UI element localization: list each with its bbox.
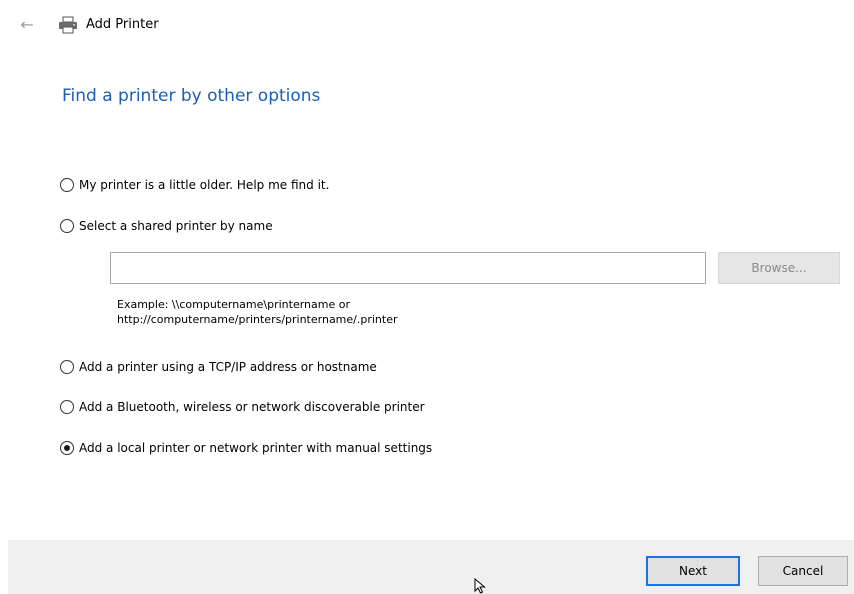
radio-tcpip-printer[interactable]: [60, 360, 74, 374]
option-shared-printer-label: Select a shared printer by name: [79, 219, 273, 233]
shared-printer-example: Example: \\computername\printername or h…: [117, 297, 398, 327]
option-local-printer[interactable]: Add a local printer or network printer w…: [60, 438, 432, 458]
example-line-1: Example: \\computername\printername or: [117, 298, 350, 311]
option-tcpip-printer[interactable]: Add a printer using a TCP/IP address or …: [60, 357, 377, 377]
mouse-pointer-icon: [474, 578, 486, 594]
radio-local-printer[interactable]: [60, 441, 74, 455]
option-tcpip-printer-label: Add a printer using a TCP/IP address or …: [79, 360, 377, 374]
option-bluetooth-printer[interactable]: Add a Bluetooth, wireless or network dis…: [60, 397, 425, 417]
option-older-printer[interactable]: My printer is a little older. Help me fi…: [60, 175, 329, 195]
cancel-button[interactable]: Cancel: [758, 556, 848, 586]
back-button[interactable]: ←: [14, 14, 40, 36]
radio-shared-printer[interactable]: [60, 219, 74, 233]
option-shared-printer[interactable]: Select a shared printer by name: [60, 216, 273, 236]
radio-bluetooth-printer[interactable]: [60, 400, 74, 414]
example-line-2: http://computername/printers/printername…: [117, 313, 398, 326]
printer-icon: [59, 16, 77, 34]
shared-printer-name-input[interactable]: [110, 252, 706, 284]
window-title: Add Printer: [86, 17, 159, 32]
next-button[interactable]: Next: [646, 556, 740, 586]
browse-button[interactable]: Browse...: [718, 252, 840, 284]
option-older-printer-label: My printer is a little older. Help me fi…: [79, 178, 330, 192]
option-bluetooth-printer-label: Add a Bluetooth, wireless or network dis…: [79, 400, 425, 414]
radio-older-printer[interactable]: [60, 178, 74, 192]
option-local-printer-label: Add a local printer or network printer w…: [79, 441, 433, 455]
page-heading: Find a printer by other options: [62, 86, 321, 106]
add-printer-window: ← Add Printer Find a printer by other op…: [0, 0, 854, 594]
arrow-left-icon: ←: [20, 15, 34, 34]
title-bar: ← Add Printer: [0, 0, 854, 50]
